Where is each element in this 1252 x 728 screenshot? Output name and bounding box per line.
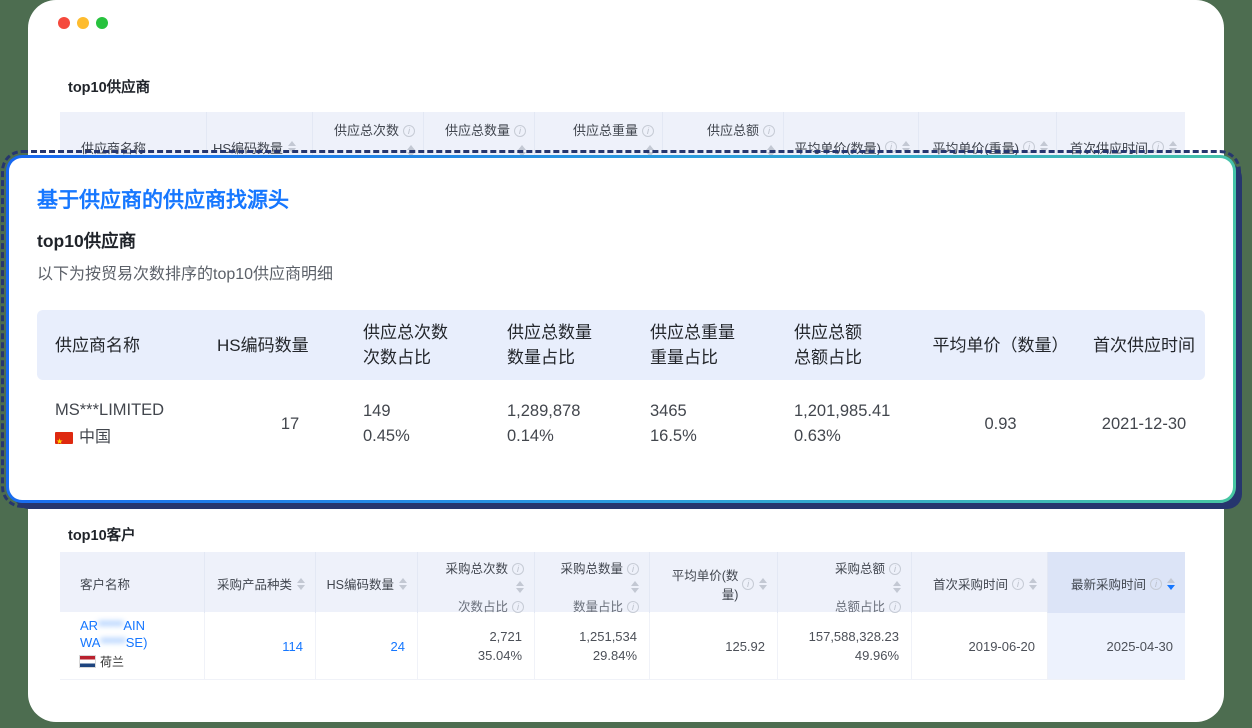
info-icon[interactable]	[642, 125, 654, 137]
purchase-quantity-cell: 1,251,534 29.84%	[535, 613, 650, 679]
col-hs-count: HS编码数量	[217, 310, 363, 380]
latest-purchase-date-cell: 2025-04-30	[1048, 613, 1185, 679]
supplier-name-cell[interactable]: MS***LIMITED 中国	[37, 380, 217, 468]
customer-section-title: top10客户	[68, 524, 136, 545]
maximize-window-icon[interactable]	[96, 17, 108, 29]
supply-times-cell: 149 0.45%	[363, 380, 507, 468]
customer-table: 客户名称 采购产品种类 HS编码数量 采购总次数 次数占比 采购总数量 数量占比	[60, 552, 1185, 680]
supplier-name[interactable]: MS***LIMITED	[55, 398, 217, 423]
customer-country: 荷兰	[80, 653, 192, 672]
overlay-subtitle: 以下为按贸易次数排序的top10供应商明细	[37, 260, 333, 284]
first-supply-date-cell: 2021-12-30	[1083, 380, 1205, 468]
customer-header-row: 客户名称 采购产品种类 HS编码数量 采购总次数 次数占比 采购总数量 数量占比	[60, 552, 1185, 612]
sort-icon-active-desc[interactable]	[1167, 578, 1175, 590]
supply-amount-cell: 1,201,985.41 0.63%	[794, 380, 918, 468]
info-icon[interactable]	[627, 563, 639, 575]
supply-weight-cell: 3465 16.5%	[650, 380, 794, 468]
col-supply-weight: 供应总重量 重量占比	[650, 310, 794, 380]
customer-name-link[interactable]: AR*****AIN	[80, 617, 192, 634]
col-customer-name: 客户名称	[60, 552, 205, 615]
sort-icon[interactable]	[1040, 141, 1048, 153]
info-icon[interactable]	[763, 125, 775, 137]
netherlands-flag-icon	[80, 656, 95, 667]
info-icon[interactable]	[1012, 578, 1024, 590]
col-product-types[interactable]: 采购产品种类	[205, 552, 316, 615]
col-purchase-quantity[interactable]: 采购总数量 数量占比	[535, 552, 650, 615]
masked-text: *****	[100, 635, 125, 650]
info-icon[interactable]	[627, 601, 639, 613]
sort-icon[interactable]	[631, 581, 639, 593]
sort-icon[interactable]	[893, 581, 901, 593]
sort-icon[interactable]	[759, 578, 767, 590]
purchase-amount-cell: 157,588,328.23 49.96%	[778, 613, 912, 679]
customer-row: AR*****AIN WA*****SE) 荷兰 114 24 2,721 35…	[60, 612, 1185, 680]
supplier-section-title: top10供应商	[68, 76, 150, 97]
sort-icon[interactable]	[288, 141, 296, 153]
sort-icon[interactable]	[516, 581, 524, 593]
sort-icon[interactable]	[902, 141, 910, 153]
col-avg-price-qty: 平均单价（数量）	[918, 310, 1083, 380]
info-icon[interactable]	[1150, 578, 1162, 590]
col-avg-price-qty[interactable]: 平均单价(数量)	[650, 552, 778, 615]
info-icon[interactable]	[1152, 141, 1164, 153]
close-window-icon[interactable]	[58, 17, 70, 29]
info-icon[interactable]	[512, 563, 524, 575]
product-types-cell[interactable]: 114	[205, 613, 316, 679]
sort-icon[interactable]	[1029, 578, 1037, 590]
col-supply-amount: 供应总额 总额占比	[794, 310, 918, 380]
avg-price-cell: 0.93	[918, 380, 1083, 468]
info-icon[interactable]	[889, 563, 901, 575]
info-icon[interactable]	[885, 141, 897, 153]
hs-count-link[interactable]: 24	[391, 637, 405, 656]
info-icon[interactable]	[1023, 141, 1035, 153]
customer-name-cell[interactable]: AR*****AIN WA*****SE) 荷兰	[60, 613, 205, 679]
customer-name-link-line2[interactable]: WA*****SE)	[80, 634, 192, 651]
overlay-supplier-row: MS***LIMITED 中国 17 149 0.45% 1,289,878 0…	[37, 380, 1205, 468]
sort-icon[interactable]	[399, 578, 407, 590]
hs-count-cell: 17	[217, 380, 363, 468]
info-icon[interactable]	[514, 125, 526, 137]
overlay-header-row: 供应商名称 HS编码数量 供应总次数 次数占比 供应总数量 数量占比 供应总重量…	[37, 310, 1205, 380]
col-purchase-amount[interactable]: 采购总额 总额占比	[778, 552, 912, 615]
sort-icon[interactable]	[297, 578, 305, 590]
china-flag-icon	[55, 432, 73, 444]
first-purchase-date-cell: 2019-06-20	[912, 613, 1048, 679]
supplier-country: 中国	[55, 425, 217, 450]
highlight-overlay-panel: 基于供应商的供应商找源头 top10供应商 以下为按贸易次数排序的top10供应…	[6, 155, 1236, 503]
sort-icon[interactable]	[1169, 141, 1177, 153]
overlay-supplier-table: 供应商名称 HS编码数量 供应总次数 次数占比 供应总数量 数量占比 供应总重量…	[37, 310, 1205, 468]
window-controls	[58, 17, 108, 29]
info-icon[interactable]	[403, 125, 415, 137]
product-types-link[interactable]: 114	[282, 637, 303, 656]
info-icon[interactable]	[889, 601, 901, 613]
minimize-window-icon[interactable]	[77, 17, 89, 29]
col-supply-times: 供应总次数 次数占比	[363, 310, 507, 380]
supply-quantity-cell: 1,289,878 0.14%	[507, 380, 650, 468]
col-latest-purchase-date[interactable]: 最新采购时间	[1048, 552, 1185, 615]
info-icon[interactable]	[742, 578, 754, 590]
col-purchase-times[interactable]: 采购总次数 次数占比	[418, 552, 535, 615]
col-first-supply-date: 首次供应时间	[1083, 310, 1205, 380]
col-supply-quantity: 供应总数量 数量占比	[507, 310, 650, 380]
masked-text: *****	[98, 618, 123, 633]
avg-price-cell: 125.92	[650, 613, 778, 679]
col-hs-count[interactable]: HS编码数量	[316, 552, 418, 615]
col-first-purchase-date[interactable]: 首次采购时间	[912, 552, 1048, 615]
purchase-times-cell: 2,721 35.04%	[418, 613, 535, 679]
col-supplier-name: 供应商名称	[37, 310, 217, 380]
info-icon[interactable]	[512, 601, 524, 613]
hs-count-cell[interactable]: 24	[316, 613, 418, 679]
overlay-title: 基于供应商的供应商找源头	[37, 184, 289, 214]
overlay-section-title: top10供应商	[37, 228, 136, 253]
